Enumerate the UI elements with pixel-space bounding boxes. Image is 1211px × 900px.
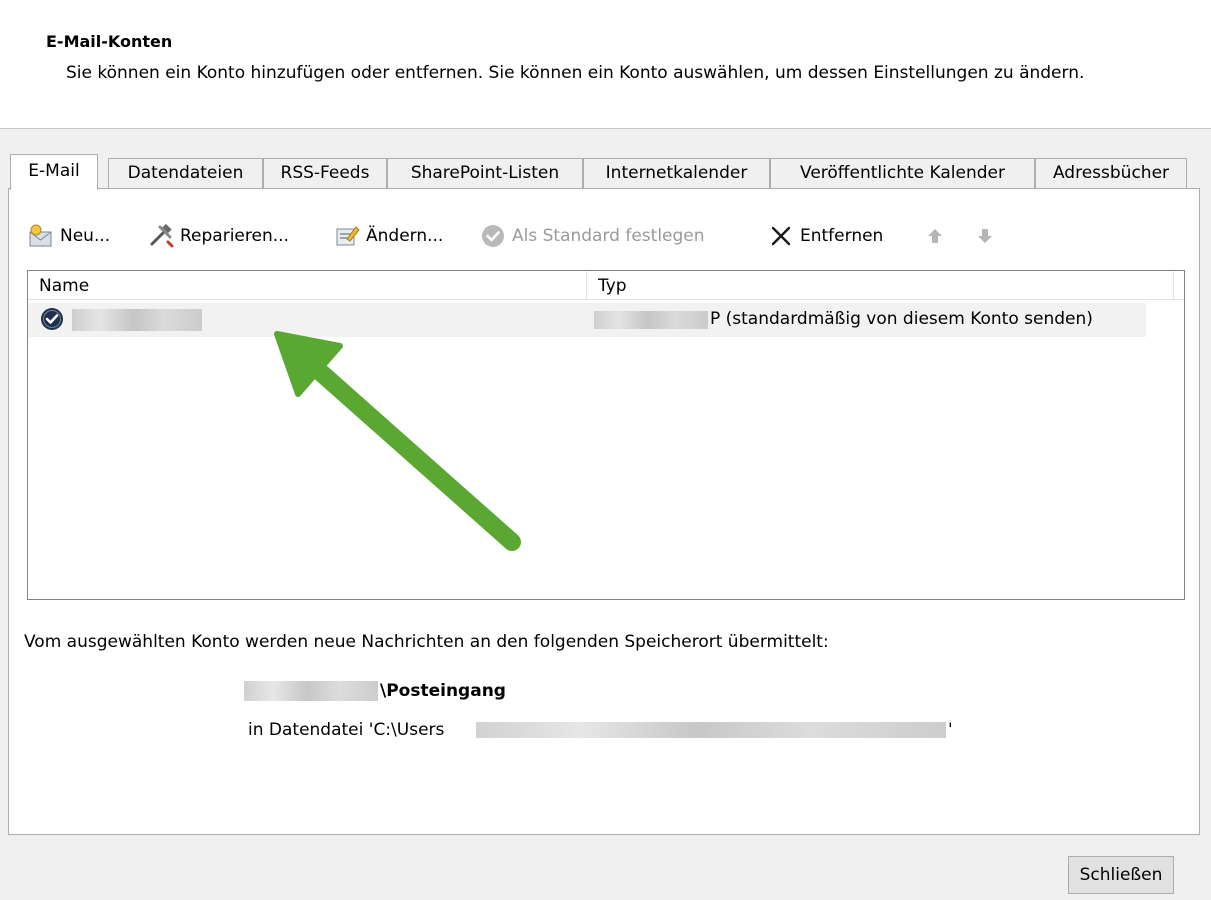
redacted-datafile-path — [476, 722, 946, 738]
delivery-folder-name: \Posteingang — [380, 681, 506, 701]
annotation-arrow — [274, 331, 521, 551]
delivery-info-text: Vom ausgewählten Konto werden neue Nachr… — [24, 632, 829, 652]
datafile-suffix: ' — [948, 720, 953, 740]
datafile-prefix: in Datendatei 'C:\Users — [248, 720, 445, 740]
tab-email[interactable]: E-Mail — [10, 154, 98, 190]
redacted-mailbox-name — [244, 681, 378, 701]
close-button[interactable]: Schließen — [1068, 856, 1174, 894]
